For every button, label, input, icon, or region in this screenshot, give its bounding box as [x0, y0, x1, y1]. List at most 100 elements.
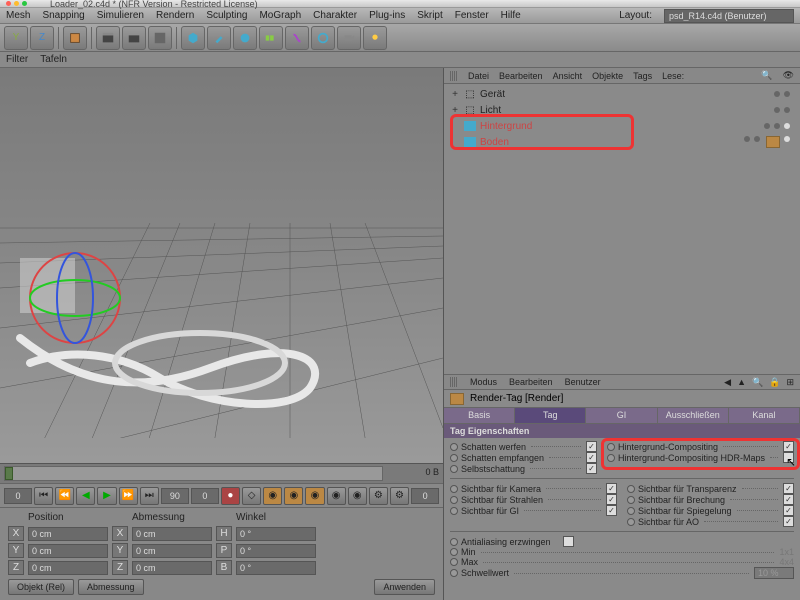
prim-cam-icon[interactable]	[337, 26, 361, 50]
prim-cube-icon[interactable]	[181, 26, 205, 50]
play-back-button[interactable]: ◀	[76, 487, 95, 505]
pos-x-input[interactable]	[28, 527, 108, 541]
menu-snapping[interactable]: Snapping	[42, 10, 84, 21]
menu-mesh[interactable]: Mesh	[6, 10, 30, 21]
tree-label[interactable]: Hintergrund	[480, 121, 532, 132]
attr-menu-modus[interactable]: Modus	[470, 377, 497, 387]
gizmo-sphere[interactable]	[20, 243, 140, 363]
obj-menu-datei[interactable]: Datei	[468, 71, 489, 81]
prop-sichtbar-spiegelung[interactable]: Sichtbar für Spiegelung✓	[627, 505, 794, 516]
prop-sichtbar-brechung[interactable]: Sichtbar für Brechung✓	[627, 494, 794, 505]
prim-pen-icon[interactable]	[207, 26, 231, 50]
rot-b-input[interactable]	[236, 561, 316, 575]
nav-new-icon[interactable]: ⊞	[786, 377, 794, 388]
attr-menu-bearbeiten[interactable]: Bearbeiten	[509, 377, 553, 387]
goto-next-key-button[interactable]: ⏩	[119, 487, 138, 505]
nav-up-icon[interactable]: ▲	[737, 377, 746, 388]
clapper2-icon[interactable]	[122, 26, 146, 50]
obj-menu-bearbeiten[interactable]: Bearbeiten	[499, 71, 543, 81]
close-dot[interactable]	[6, 1, 11, 6]
key-scale-button[interactable]: ◉	[284, 487, 303, 505]
pos-y-input[interactable]	[28, 544, 108, 558]
tab-tag[interactable]: Tag	[515, 408, 586, 423]
eye-icon[interactable]: 👁	[783, 70, 794, 81]
key-param-button[interactable]: ◉	[327, 487, 346, 505]
viewport[interactable]	[0, 68, 443, 463]
max-dot[interactable]	[22, 1, 27, 6]
prop-sichtbar-transparenz[interactable]: Sichtbar für Transparenz✓	[627, 483, 794, 494]
obj-menu-tags[interactable]: Tags	[633, 71, 652, 81]
goto-end-button[interactable]: ⏭	[140, 487, 159, 505]
attr-menu-benutzer[interactable]: Benutzer	[565, 377, 601, 387]
menu-rendern[interactable]: Rendern	[156, 10, 194, 21]
menu-simulieren[interactable]: Simulieren	[97, 10, 144, 21]
expand-icon[interactable]: +	[450, 105, 460, 116]
checkbox[interactable]: ✓	[586, 441, 597, 452]
key-opt1-button[interactable]: ⚙	[369, 487, 388, 505]
timeline-playhead[interactable]	[5, 467, 13, 480]
checkbox[interactable]: ✓	[783, 494, 794, 505]
key-rot-button[interactable]: ◉	[305, 487, 324, 505]
prop-sichtbar-kamera[interactable]: Sichtbar für Kamera✓	[450, 483, 617, 494]
prim-array-icon[interactable]	[259, 26, 283, 50]
prim-light-icon[interactable]	[363, 26, 387, 50]
prim-env-icon[interactable]	[311, 26, 335, 50]
menu-charakter[interactable]: Charakter	[313, 10, 357, 21]
filter-label[interactable]: Filter	[6, 54, 28, 65]
obj-menu-lese[interactable]: Lese:	[662, 71, 684, 81]
record-button[interactable]: ●	[221, 487, 240, 505]
checkbox[interactable]: ✓	[586, 452, 597, 463]
frame-cur-input[interactable]	[191, 488, 219, 504]
clapper-icon[interactable]	[96, 26, 120, 50]
key-pla-button[interactable]: ◉	[348, 487, 367, 505]
tab-ausschliessen[interactable]: Ausschließen	[658, 408, 729, 423]
search-icon[interactable]: 🔍	[761, 70, 772, 81]
checkbox[interactable]: ✓	[606, 505, 617, 516]
render-settings-icon[interactable]	[148, 26, 172, 50]
goto-start-button[interactable]: ⏮	[34, 487, 53, 505]
tab-gi[interactable]: GI	[586, 408, 657, 423]
render-tag-icon[interactable]	[766, 136, 780, 148]
abmessung-button[interactable]: Abmessung	[78, 579, 144, 595]
tree-row-hintergrund[interactable]: Hintergrund	[446, 118, 798, 134]
checkbox[interactable]: ✓	[606, 494, 617, 505]
checkbox[interactable]: ✓	[783, 441, 794, 452]
size-x-input[interactable]	[132, 527, 212, 541]
tree-row-licht[interactable]: + ⬚ Licht	[446, 102, 798, 118]
autokey-button[interactable]: ◇	[242, 487, 261, 505]
tree-row-boden[interactable]: Boden	[446, 134, 798, 150]
menu-sculpting[interactable]: Sculpting	[206, 10, 247, 21]
key-opt2-button[interactable]: ⚙	[390, 487, 409, 505]
cube-icon[interactable]	[63, 26, 87, 50]
layout-select[interactable]	[664, 9, 794, 23]
goto-prev-key-button[interactable]: ⏪	[55, 487, 74, 505]
frame-4-input[interactable]	[411, 488, 439, 504]
prop-selbstschattung[interactable]: Selbstschattung✓	[450, 463, 597, 474]
rot-p-input[interactable]	[236, 544, 316, 558]
menu-plugins[interactable]: Plug-ins	[369, 10, 405, 21]
checkbox[interactable]: ✓	[783, 516, 794, 527]
prop-antialiasing[interactable]: Antialiasing erzwingen	[450, 536, 794, 547]
size-y-input[interactable]	[132, 544, 212, 558]
expand-icon[interactable]: +	[450, 89, 460, 100]
nav-search-icon[interactable]: 🔍	[752, 377, 763, 388]
frame-end-input[interactable]	[161, 488, 189, 504]
material-tag-icon[interactable]	[784, 123, 790, 129]
checkbox[interactable]: ✓	[606, 483, 617, 494]
checkbox[interactable]: ✓	[783, 505, 794, 516]
axis-z-button[interactable]: Z	[30, 26, 54, 50]
tree-label[interactable]: Licht	[480, 105, 501, 116]
tree-label[interactable]: Gerät	[480, 89, 505, 100]
tree-label[interactable]: Boden	[480, 137, 509, 148]
prop-sichtbar-ao[interactable]: Sichtbar für AO✓	[627, 516, 794, 527]
prop-sichtbar-gi[interactable]: Sichtbar für GI✓	[450, 505, 617, 516]
prim-subdiv-icon[interactable]	[233, 26, 257, 50]
frame-start-input[interactable]	[4, 488, 32, 504]
menu-fenster[interactable]: Fenster	[455, 10, 489, 21]
schwellwert-input[interactable]	[754, 567, 794, 579]
rot-h-input[interactable]	[236, 527, 316, 541]
checkbox[interactable]	[563, 536, 574, 547]
prop-sichtbar-strahlen[interactable]: Sichtbar für Strahlen✓	[450, 494, 617, 505]
size-z-input[interactable]	[132, 561, 212, 575]
object-rel-button[interactable]: Objekt (Rel)	[8, 579, 74, 595]
